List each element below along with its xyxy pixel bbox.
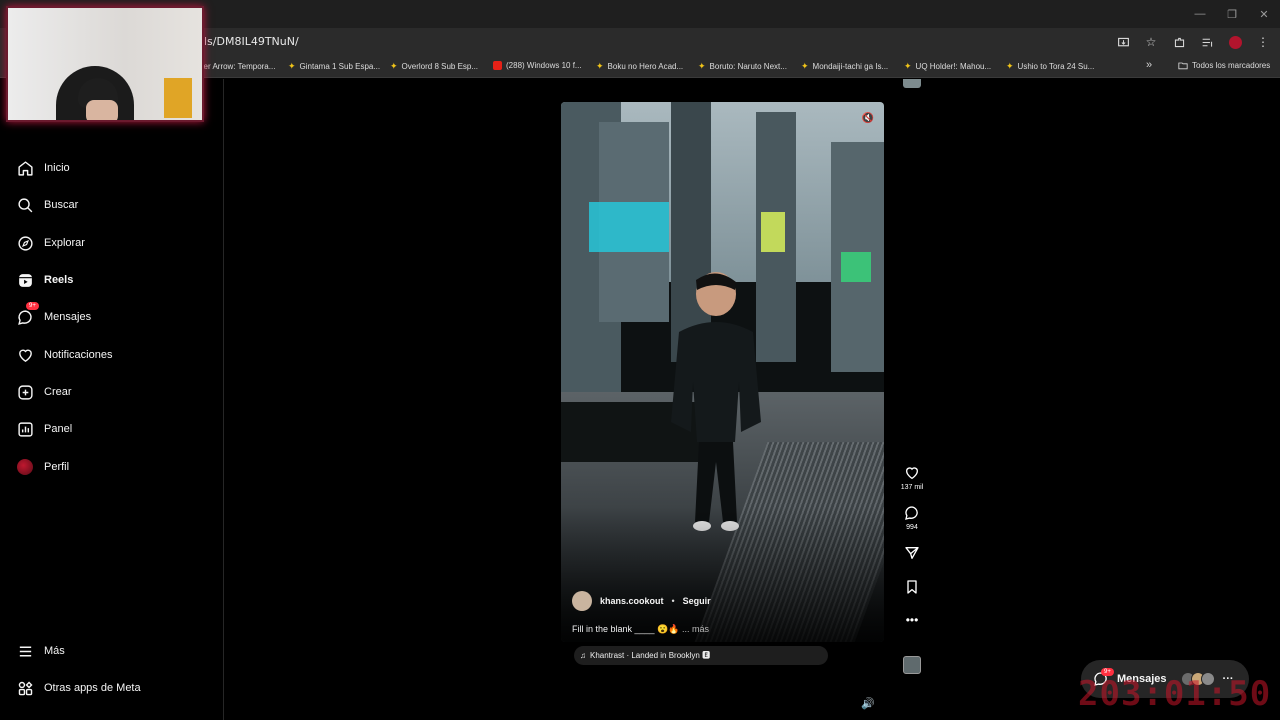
star-icon: ✦ xyxy=(904,61,912,71)
star-icon: ✦ xyxy=(801,61,809,71)
heart-icon xyxy=(905,467,918,480)
star-icon: ✦ xyxy=(288,61,296,71)
author-username[interactable]: khans.cookout xyxy=(600,596,664,606)
save-button[interactable] xyxy=(904,579,920,595)
star-icon: ✦ xyxy=(698,61,706,71)
more-options-button[interactable]: ••• xyxy=(906,613,919,627)
audio-thumbnail[interactable] xyxy=(903,656,921,674)
author-avatar[interactable] xyxy=(572,591,592,611)
person-face xyxy=(86,100,118,120)
comment-count: 994 xyxy=(906,524,918,531)
avatar xyxy=(17,459,33,475)
star-icon: ✦ xyxy=(1006,61,1014,71)
bookmark-item[interactable]: ✦ Mondaiji-tachi ga Is... xyxy=(801,61,888,72)
menu-icon xyxy=(16,642,34,660)
separator-dot: • xyxy=(671,596,675,606)
sidebar-item-perfil[interactable]: Perfil xyxy=(16,458,69,476)
bookmark-item[interactable]: ✦ Gintama 1 Sub Espa... xyxy=(288,61,380,72)
folder-icon xyxy=(1178,62,1188,70)
youtube-icon xyxy=(493,61,502,70)
messenger-icon: 9+ xyxy=(16,302,39,326)
comment-button[interactable]: 994 xyxy=(904,505,920,531)
webcam-overlay xyxy=(6,6,204,122)
bookmark-item[interactable]: ✦ Overlord 8 Sub Esp... xyxy=(390,61,478,72)
like-button[interactable]: 137 mil xyxy=(900,465,924,491)
bookmark-star-icon[interactable]: ☆ xyxy=(1142,33,1160,51)
home-icon xyxy=(16,159,34,177)
reel-video[interactable] xyxy=(561,102,884,642)
sidebar-item-explorar[interactable]: Explorar xyxy=(16,234,85,252)
extensions-icon[interactable] xyxy=(1170,33,1188,51)
media-control-icon[interactable] xyxy=(1198,33,1216,51)
sidebar-item-mas[interactable]: Más xyxy=(16,642,65,660)
share-button[interactable] xyxy=(904,545,920,561)
follow-button[interactable]: Seguir xyxy=(683,596,711,606)
sidebar-item-reels[interactable]: Reels xyxy=(16,271,73,289)
mute-icon[interactable]: 🔇 xyxy=(861,111,875,125)
bookmark-icon xyxy=(907,580,917,594)
bookmark-item[interactable]: ✦ Boruto: Naruto Next... xyxy=(698,61,787,72)
reels-icon xyxy=(16,271,34,289)
sidebar-item-inicio[interactable]: Inicio xyxy=(16,159,70,177)
heart-icon xyxy=(16,346,34,364)
window-controls: — ❐ ✕ xyxy=(1184,0,1280,28)
search-icon xyxy=(16,196,34,214)
bookmark-item[interactable]: ✦ Ushio to Tora 24 Su... xyxy=(1006,61,1094,72)
send-icon xyxy=(905,547,919,559)
profile-avatar[interactable] xyxy=(1226,33,1244,51)
comment-icon xyxy=(905,506,918,520)
bookmark-item[interactable]: ✦ Boku no Hero Acad... xyxy=(596,61,683,72)
ellipsis-icon: ••• xyxy=(905,613,919,627)
sidebar-item-crear[interactable]: Crear xyxy=(16,383,72,401)
previous-reel-thumbnail[interactable] xyxy=(903,79,921,88)
close-button[interactable]: ✕ xyxy=(1248,0,1280,28)
reel-caption: Fill in the blank ____ 😮🔥 ... más xyxy=(572,624,709,634)
star-icon: ✦ xyxy=(596,61,604,71)
bookmarks-overflow-button[interactable]: » xyxy=(1146,59,1152,71)
sidebar-item-mensajes[interactable]: 9+ Mensajes xyxy=(16,302,91,326)
sidebar-item-panel[interactable]: Panel xyxy=(16,420,72,438)
compass-icon xyxy=(16,234,34,252)
sidebar-item-buscar[interactable]: Buscar xyxy=(16,196,78,214)
restore-button[interactable]: ❐ xyxy=(1216,0,1248,28)
meta-apps-icon xyxy=(16,679,34,697)
all-bookmarks-folder[interactable]: Todos los marcadores xyxy=(1178,61,1270,70)
music-note-icon: ♫ xyxy=(580,651,586,660)
plus-square-icon xyxy=(16,383,34,401)
sidebar-item-otras-apps[interactable]: Otras apps de Meta xyxy=(16,679,141,697)
minimize-button[interactable]: — xyxy=(1184,0,1216,28)
audio-track-pill[interactable]: ♫ Khantrast · Landed in Brooklyn 🅴 xyxy=(574,646,828,665)
instagram-sidebar: Inicio Buscar Explorar Reels 9+ Mensajes… xyxy=(0,79,224,720)
sidebar-item-notificaciones[interactable]: Notificaciones xyxy=(16,346,112,364)
kebab-menu-icon[interactable]: ⋮ xyxy=(1254,33,1272,51)
volume-icon[interactable]: 🔊 xyxy=(860,695,876,711)
chart-icon xyxy=(16,420,34,438)
bookmark-item[interactable]: ✦er Arrow: Tempora... xyxy=(192,61,275,72)
reel-actions: 137 mil 994 ••• xyxy=(896,465,928,627)
address-bar[interactable]: ls/DM8IL49TNuN/ xyxy=(204,35,299,48)
caption-more-link[interactable]: ... más xyxy=(682,624,709,634)
notification-badge: 9+ xyxy=(26,302,39,310)
reel-author: khans.cookout • Seguir xyxy=(572,591,711,611)
address-bar-actions: ☆ ⋮ xyxy=(1114,33,1272,51)
bookmark-item[interactable]: ✦ UQ Holder!: Mahou... xyxy=(904,61,991,72)
star-icon: ✦ xyxy=(390,61,398,71)
install-app-icon[interactable] xyxy=(1114,33,1132,51)
like-count: 137 mil xyxy=(900,484,924,491)
stream-timer-overlay: 203:01:50 xyxy=(1078,674,1272,714)
bookmark-item[interactable]: (288) Windows 10 f... xyxy=(493,61,582,70)
background-box xyxy=(164,78,192,118)
